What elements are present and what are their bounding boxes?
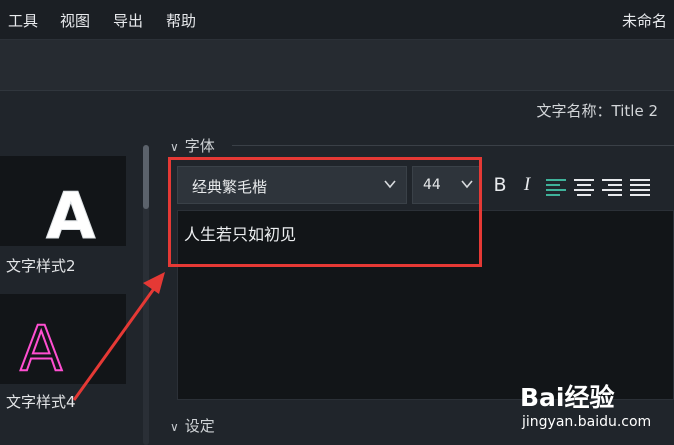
menu-tools[interactable]: 工具 (8, 10, 38, 31)
style-glyph-pink: A (19, 311, 63, 386)
highlight-box (168, 157, 482, 267)
style-label: 文字样式4 (6, 393, 76, 411)
settings-section-header[interactable]: ∨ 设定 (170, 415, 215, 436)
chevron-down-icon: ∨ (170, 420, 179, 434)
svg-text:A: A (46, 180, 96, 246)
font-section-header[interactable]: ∨ 字体 (170, 135, 215, 156)
font-section-title: 字体 (184, 137, 215, 155)
baidu-watermark: Bai经验 jingyan.baidu.com (520, 376, 670, 436)
style-glyph-white: A (46, 180, 97, 255)
menu-view[interactable]: 视图 (60, 10, 90, 31)
watermark-brand: Bai经验 (520, 383, 615, 412)
style-thumb-4[interactable]: A (0, 294, 126, 386)
text-name-row: 文字名称：Title 2 (0, 100, 674, 122)
align-center-icon[interactable] (574, 178, 596, 196)
menu-export[interactable]: 导出 (113, 10, 143, 31)
menu-bar: 工具 视图 导出 帮助 未命名 (0, 0, 674, 40)
style-label: 文字样式2 (6, 257, 76, 275)
settings-section-title: 设定 (184, 417, 215, 435)
bold-button[interactable]: B (490, 174, 510, 198)
align-right-icon[interactable] (602, 178, 624, 196)
window-title: 未命名 (622, 12, 668, 30)
style-scrollbar[interactable] (143, 145, 149, 445)
align-left-icon[interactable] (546, 178, 568, 196)
menu-help[interactable]: 帮助 (166, 10, 196, 31)
text-name-label: 文字名称：Title 2 (536, 102, 658, 120)
text-style-gallery: A 文字样式2 A 文字样式4 (0, 146, 140, 445)
watermark-url: jingyan.baidu.com (522, 414, 652, 430)
toolbar-strip (0, 40, 674, 91)
section-divider (232, 145, 674, 146)
svg-text:A: A (20, 312, 62, 384)
scroll-thumb[interactable] (143, 145, 149, 209)
align-justify-icon[interactable] (630, 178, 652, 196)
italic-button[interactable]: I (518, 174, 536, 198)
chevron-down-icon: ∨ (170, 140, 179, 154)
style-thumb-2[interactable]: A (0, 156, 126, 255)
